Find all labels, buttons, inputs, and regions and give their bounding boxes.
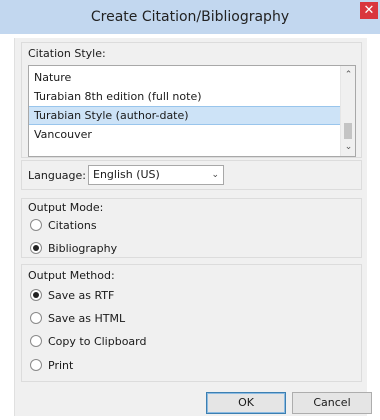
title-bar[interactable]: Create Citation/Bibliography ✕ — [0, 0, 380, 34]
list-item-turabian-full-note[interactable]: Turabian 8th edition (full note) — [29, 87, 341, 106]
language-value: English (US) — [93, 168, 160, 181]
radio-bibliography-icon[interactable] — [30, 242, 42, 254]
output-mode-label: Output Mode: — [28, 201, 104, 214]
citation-style-label: Citation Style: — [28, 47, 106, 60]
ok-button[interactable]: OK — [206, 392, 286, 414]
radio-citations[interactable]: Citations — [30, 217, 97, 233]
radio-print-icon[interactable] — [30, 359, 42, 371]
radio-copy-clipboard-label: Copy to Clipboard — [48, 334, 147, 348]
radio-print[interactable]: Print — [30, 357, 73, 373]
dialog-title: Create Citation/Bibliography — [90, 9, 290, 25]
scroll-down-icon[interactable]: ⌄ — [341, 140, 356, 155]
radio-save-html-icon[interactable] — [30, 312, 42, 324]
list-item-turabian-author-date[interactable]: Turabian Style (author-date) — [29, 106, 341, 125]
scroll-thumb[interactable] — [344, 123, 352, 139]
radio-save-rtf-icon[interactable] — [30, 289, 42, 301]
list-item-nature[interactable]: Nature — [29, 68, 341, 87]
output-method-label: Output Method: — [28, 269, 115, 282]
list-scrollbar[interactable]: ⌃ ⌄ — [340, 66, 355, 156]
radio-bibliography[interactable]: Bibliography — [30, 240, 117, 256]
radio-save-rtf[interactable]: Save as RTF — [30, 287, 114, 303]
radio-print-label: Print — [48, 358, 74, 372]
radio-save-html-label: Save as HTML — [48, 311, 126, 325]
chevron-down-icon: ⌄ — [211, 170, 219, 180]
radio-copy-clipboard-icon[interactable] — [30, 335, 42, 347]
citation-style-group: Citation Style: Nature Turabian 8th edit… — [21, 42, 362, 158]
dialog-body: Citation Style: Nature Turabian 8th edit… — [14, 38, 367, 416]
radio-copy-clipboard[interactable]: Copy to Clipboard — [30, 333, 146, 349]
radio-bibliography-label: Bibliography — [48, 241, 118, 255]
scroll-up-icon[interactable]: ⌃ — [341, 68, 356, 83]
output-method-group: Output Method: Save as RTF Save as HTML … — [21, 264, 362, 382]
citation-dialog: Create Citation/Bibliography ✕ Citation … — [0, 0, 380, 420]
radio-save-rtf-label: Save as RTF — [48, 288, 115, 302]
language-select[interactable]: English (US) ⌄ — [88, 165, 224, 185]
radio-save-html[interactable]: Save as HTML — [30, 310, 125, 326]
output-mode-group: Output Mode: Citations Bibliography — [21, 198, 362, 258]
citation-style-list[interactable]: Nature Turabian 8th edition (full note) … — [28, 65, 356, 157]
list-item-vancouver[interactable]: Vancouver — [29, 125, 341, 144]
radio-citations-icon[interactable] — [30, 219, 42, 231]
radio-citations-label: Citations — [48, 218, 97, 232]
cancel-button[interactable]: Cancel — [292, 392, 372, 414]
close-icon[interactable]: ✕ — [360, 2, 378, 19]
language-label: Language: — [28, 169, 86, 182]
language-group: Language: English (US) ⌄ — [21, 160, 362, 190]
